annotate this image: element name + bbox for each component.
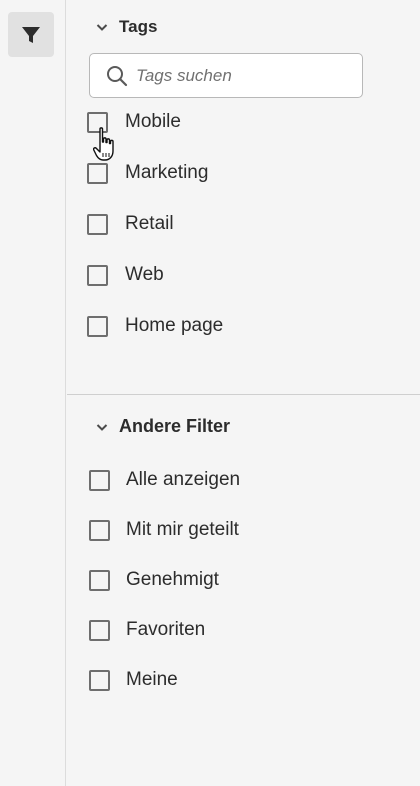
tag-option-marketing[interactable]: Marketing <box>87 159 208 187</box>
filter-label: Mit mir geteilt <box>126 519 239 540</box>
filter-label: Genehmigt <box>126 569 219 590</box>
tag-label: Mobile <box>125 111 181 132</box>
other-filters-section-header[interactable]: Andere Filter <box>95 416 230 437</box>
section-divider <box>67 394 420 395</box>
filter-icon <box>22 26 40 43</box>
chevron-down-icon <box>96 24 108 31</box>
tag-label: Marketing <box>125 162 209 183</box>
filter-option-genehmigt[interactable]: Genehmigt <box>89 566 219 594</box>
filter-toggle-button[interactable] <box>8 12 54 57</box>
filter-label: Favoriten <box>126 619 206 640</box>
checkbox[interactable] <box>87 213 108 235</box>
checkbox[interactable] <box>89 519 110 541</box>
tag-option-mobile[interactable]: Mobile <box>87 108 181 136</box>
search-icon <box>107 65 128 86</box>
filter-option-meine[interactable]: Meine <box>89 666 178 694</box>
checkbox[interactable] <box>89 569 110 591</box>
filter-rail <box>0 0 66 786</box>
tag-option-retail[interactable]: Retail <box>87 210 174 238</box>
checkbox[interactable] <box>89 469 110 491</box>
tags-section-title: Tags <box>119 17 158 36</box>
checkbox[interactable] <box>89 619 110 641</box>
tag-option-home-page[interactable]: Home page <box>87 312 223 340</box>
filter-label: Alle anzeigen <box>126 469 241 490</box>
filter-option-mit-mir-geteilt[interactable]: Mit mir geteilt <box>89 516 239 544</box>
tags-search-field[interactable] <box>89 53 363 98</box>
chevron-down-icon <box>96 423 108 431</box>
checkbox[interactable] <box>89 669 110 691</box>
tags-section-header[interactable]: Tags <box>95 17 157 37</box>
checkbox[interactable] <box>87 264 108 286</box>
filter-panel: Tags Mobile Marketing Retail Web Home pa… <box>67 0 420 786</box>
tag-label: Home page <box>125 315 224 336</box>
checkbox[interactable] <box>87 162 108 184</box>
checkbox[interactable] <box>87 315 108 337</box>
filter-option-favoriten[interactable]: Favoriten <box>89 616 205 644</box>
filter-label: Meine <box>126 669 178 690</box>
checkbox[interactable] <box>87 111 108 133</box>
filter-option-alle-anzeigen[interactable]: Alle anzeigen <box>89 466 240 494</box>
other-filters-section-title: Andere Filter <box>119 416 231 436</box>
tag-option-web[interactable]: Web <box>87 261 164 289</box>
tags-search-input[interactable] <box>128 54 362 97</box>
tag-label: Retail <box>125 213 174 234</box>
tag-label: Web <box>125 264 164 285</box>
